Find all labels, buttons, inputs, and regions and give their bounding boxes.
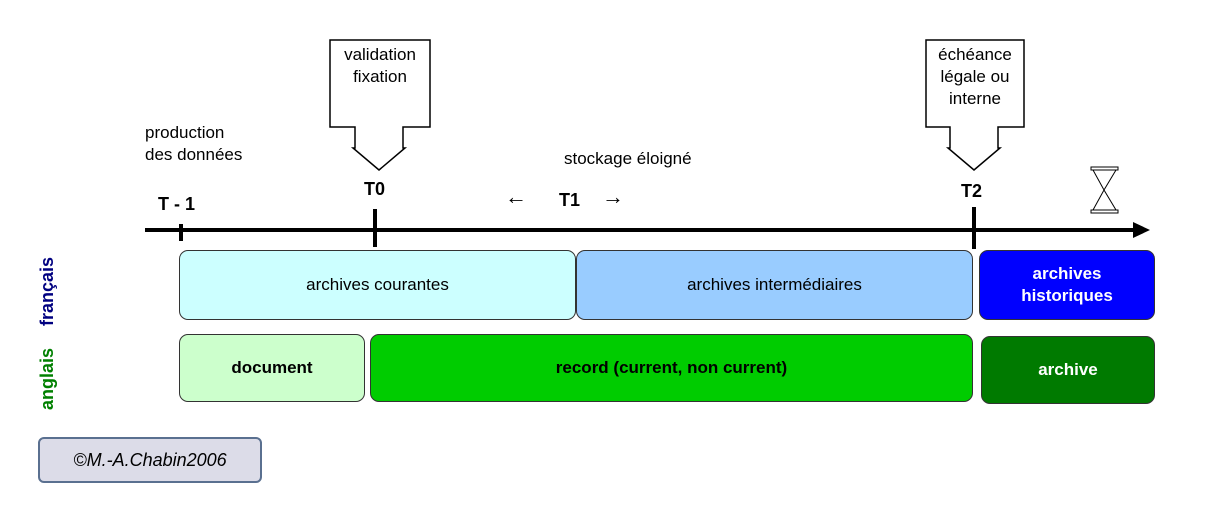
- box-archives-historiques: archives historiques: [979, 250, 1155, 320]
- label-t1: T1: [559, 190, 581, 210]
- timeline-arrowhead: [1133, 222, 1150, 238]
- box-archives-intermediaires: archives intermédiaires: [576, 250, 973, 320]
- callout-line: interne: [949, 89, 1001, 108]
- production-line: des données: [145, 145, 243, 164]
- box-archives-courantes: archives courantes: [179, 250, 576, 320]
- box-document: document: [179, 334, 365, 402]
- callout-line: validation: [344, 45, 416, 64]
- callout-echeance-text: échéance légale ou interne: [926, 44, 1024, 110]
- callout-validation-text: validation fixation: [330, 44, 430, 88]
- callout-line: légale ou: [940, 67, 1010, 86]
- callout-line: fixation: [353, 67, 407, 86]
- label-t0: T0: [364, 179, 386, 199]
- row-label-anglais: anglais: [37, 347, 57, 410]
- stockage-label: stockage éloigné: [564, 149, 692, 168]
- production-label: production des données: [145, 122, 242, 166]
- copyright-badge: ©M.-A.Chabin2006: [38, 437, 262, 483]
- box-archive: archive: [981, 336, 1155, 404]
- callout-line: échéance: [938, 45, 1012, 64]
- hourglass-icon: [1090, 166, 1119, 214]
- row-label-francais: français: [37, 256, 57, 326]
- label-t2: T2: [961, 181, 983, 201]
- arrow-right-icon: →: [602, 184, 624, 209]
- box-record: record (current, non current): [370, 334, 973, 402]
- production-line: production: [145, 123, 225, 142]
- label-t-minus-1: T - 1: [158, 194, 196, 214]
- archive-lifecycle-diagram: validation fixation échéance légale ou i…: [0, 0, 1218, 519]
- arrow-left-icon: ←: [505, 184, 527, 209]
